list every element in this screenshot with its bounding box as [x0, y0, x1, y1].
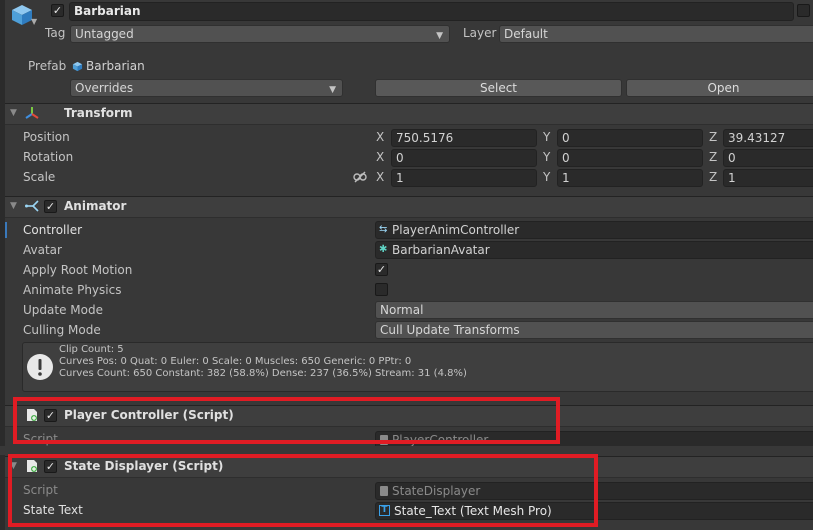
position-x-axis-label: X	[376, 130, 385, 144]
rotation-y-axis-label: Y	[543, 150, 551, 164]
info-line-3: Curves Count: 650 Constant: 382 (58.8%) …	[59, 368, 467, 379]
avatar-figure-icon: ✱	[379, 244, 388, 255]
culling-mode-label: Culling Mode	[23, 323, 101, 337]
controller-field[interactable]: ⇆ PlayerAnimController	[375, 221, 813, 239]
rotation-z-field[interactable]: 0	[723, 149, 813, 167]
select-button[interactable]: Select	[375, 79, 622, 97]
animator-enabled-checkbox[interactable]: ✓	[44, 200, 57, 213]
highlight-player-controller	[13, 397, 560, 444]
prefab-label: Prefab	[28, 59, 67, 73]
animator-foldout-arrow[interactable]: ▼	[10, 201, 17, 211]
avatar-value: BarbarianAvatar	[392, 243, 490, 257]
overrides-label: Overrides	[75, 81, 134, 95]
transform-foldout-arrow[interactable]: ▼	[10, 108, 17, 118]
controller-value: PlayerAnimController	[392, 223, 520, 237]
tag-value: Untagged	[75, 27, 134, 41]
apply-root-motion-checkbox[interactable]: ✓	[375, 263, 388, 276]
transform-title: Transform	[64, 106, 133, 120]
update-mode-dropdown[interactable]: Normal	[375, 301, 813, 319]
position-z-field[interactable]: 39.43127	[723, 129, 813, 147]
rotation-y-field[interactable]: 0	[557, 149, 703, 167]
update-mode-value: Normal	[380, 303, 424, 317]
culling-mode-value: Cull Update Transforms	[380, 323, 520, 337]
prefab-name[interactable]: Barbarian	[86, 57, 145, 75]
constrain-proportions-icon[interactable]	[353, 171, 367, 183]
layer-dropdown[interactable]: Default	[499, 25, 813, 43]
scale-x-field[interactable]: 1	[391, 169, 537, 187]
tag-label: Tag	[45, 26, 66, 40]
avatar-label: Avatar	[23, 243, 62, 257]
static-checkbox[interactable]	[797, 4, 810, 17]
layer-value: Default	[504, 27, 548, 41]
info-line-2: Curves Pos: 0 Quat: 0 Euler: 0 Scale: 0 …	[59, 356, 412, 367]
animator-controller-icon: ⇆	[379, 224, 388, 235]
position-label: Position	[23, 130, 70, 144]
chevron-down-icon: ▼	[329, 85, 336, 95]
avatar-field[interactable]: ✱ BarbarianAvatar	[375, 241, 813, 259]
controller-selection-marker	[5, 222, 7, 238]
scale-z-field[interactable]: 1	[723, 169, 813, 187]
scale-y-axis-label: Y	[543, 170, 551, 184]
prefab-cube-icon	[72, 61, 83, 72]
scale-x-axis-label: X	[376, 170, 385, 184]
position-y-field[interactable]: 0	[557, 129, 703, 147]
update-mode-label: Update Mode	[23, 303, 103, 317]
animate-physics-checkbox[interactable]	[375, 283, 388, 296]
scale-z-axis-label: Z	[709, 170, 718, 184]
position-y-axis-label: Y	[543, 130, 551, 144]
chevron-down-icon: ▼	[436, 31, 443, 41]
position-x-field[interactable]: 750.5176	[391, 129, 537, 147]
gameobject-name-field[interactable]: Barbarian	[69, 2, 794, 21]
tag-dropdown[interactable]: Untagged ▼	[70, 25, 450, 43]
animator-title: Animator	[64, 199, 127, 213]
controller-label: Controller	[23, 223, 83, 237]
rotation-x-field[interactable]: 0	[391, 149, 537, 167]
open-button[interactable]: Open	[626, 79, 813, 97]
gameobject-active-checkbox[interactable]: ✓	[51, 4, 64, 17]
layer-label: Layer	[463, 26, 497, 40]
rotation-z-axis-label: Z	[709, 150, 718, 164]
highlight-state-displayer	[8, 454, 598, 527]
transform-icon	[25, 106, 39, 120]
icon-dropdown-arrow[interactable]: ▼	[31, 17, 37, 26]
apply-root-motion-label: Apply Root Motion	[23, 263, 133, 277]
position-z-axis-label: Z	[709, 130, 718, 144]
rotation-x-axis-label: X	[376, 150, 385, 164]
scale-label: Scale	[23, 170, 56, 184]
culling-mode-dropdown[interactable]: Cull Update Transforms	[375, 321, 813, 339]
info-line-1: Clip Count: 5	[59, 344, 124, 355]
rotation-label: Rotation	[23, 150, 74, 164]
info-icon	[26, 353, 54, 381]
animator-icon	[25, 199, 39, 213]
overrides-dropdown[interactable]: Overrides ▼	[70, 79, 343, 97]
animate-physics-label: Animate Physics	[23, 283, 122, 297]
scale-y-field[interactable]: 1	[557, 169, 703, 187]
